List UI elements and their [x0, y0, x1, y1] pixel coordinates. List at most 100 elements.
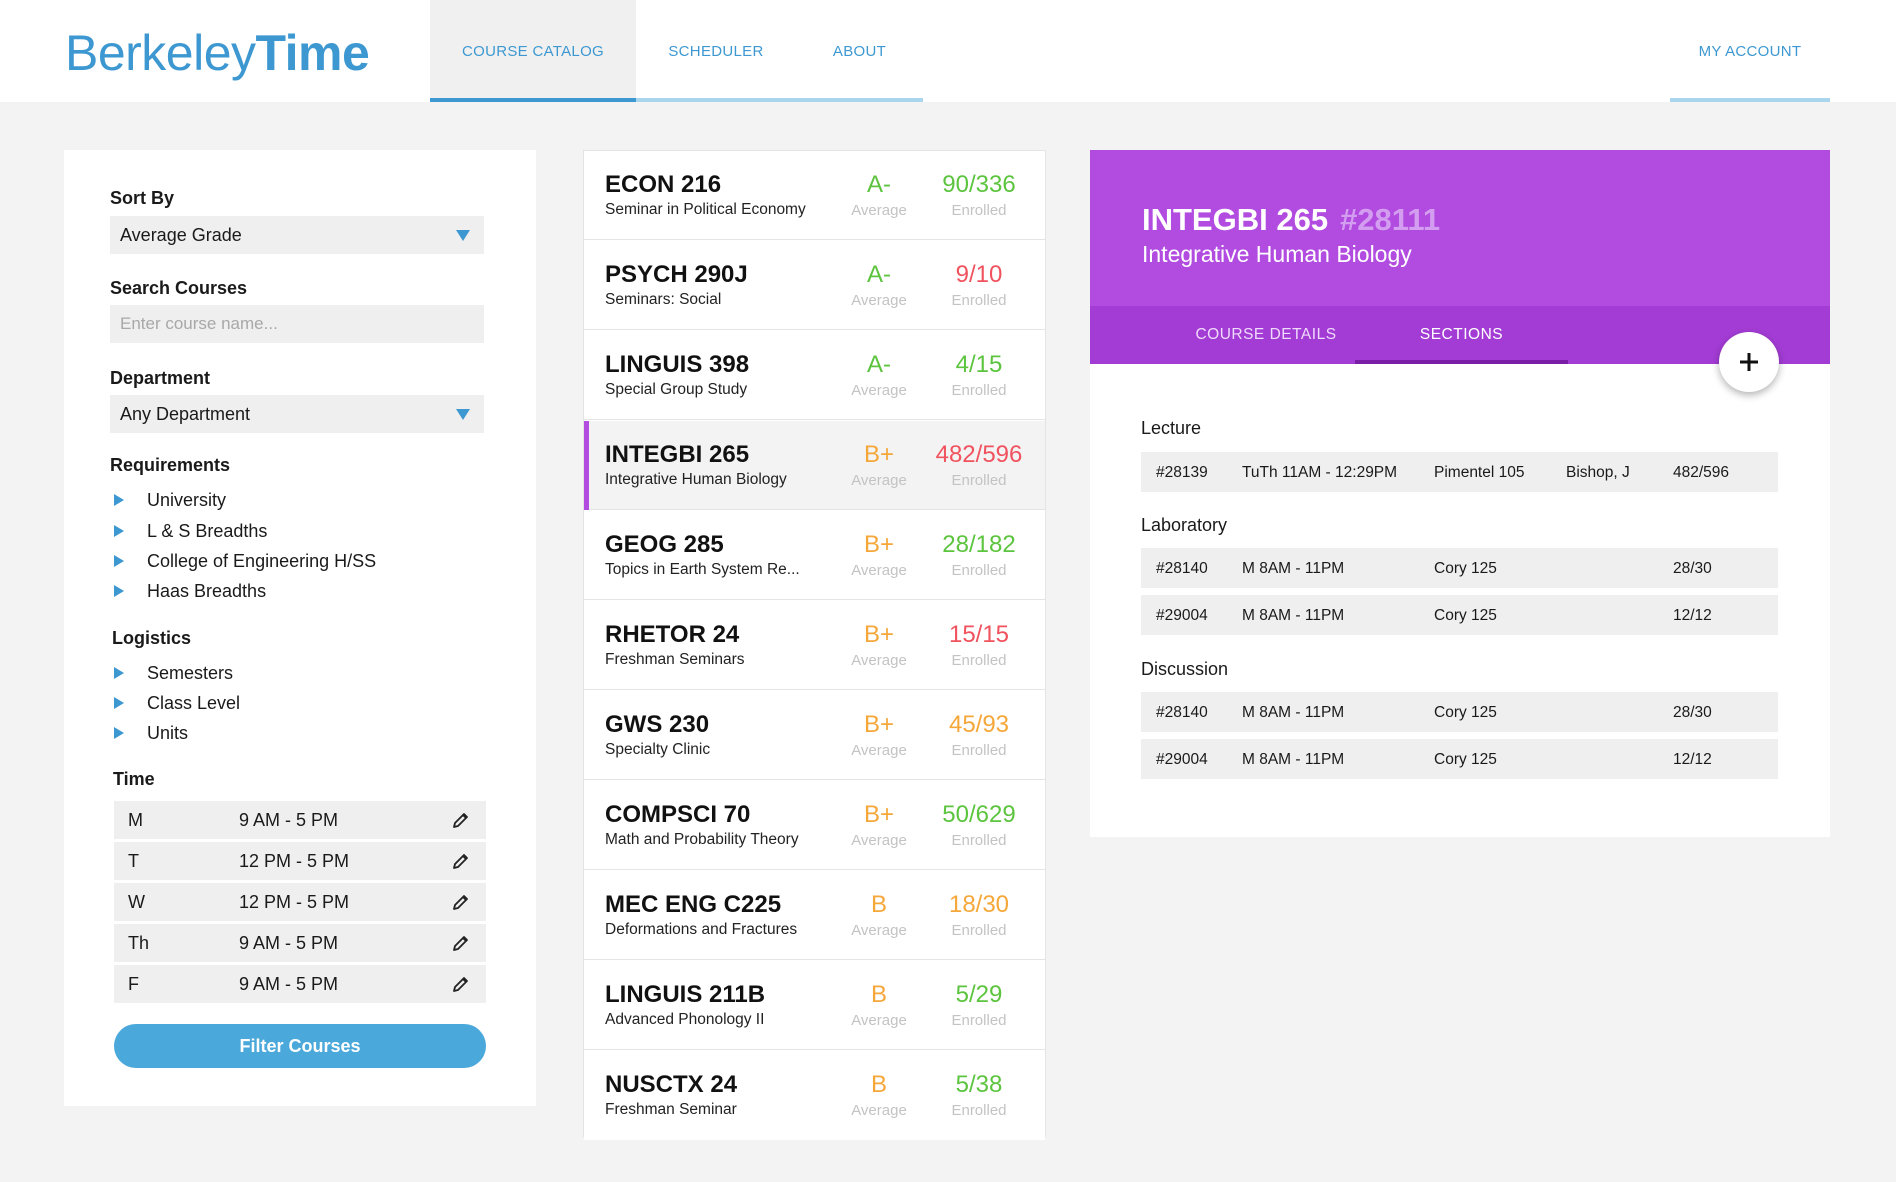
- course-enrolled: 9/10: [955, 261, 1003, 288]
- tab-sections[interactable]: SECTIONS: [1355, 306, 1568, 364]
- time-row-thursday: Th 9 AM - 5 PM: [114, 924, 486, 962]
- enrolled-caption: Enrolled: [951, 562, 1007, 579]
- requirement-engineering-hss[interactable]: College of Engineering H/SS: [114, 548, 376, 574]
- grade-caption: Average: [851, 562, 907, 579]
- time-range: 9 AM - 5 PM: [239, 810, 339, 830]
- course-grade: B: [870, 981, 887, 1008]
- search-courses-label: Search Courses: [110, 278, 248, 298]
- section-location: Cory 125: [1434, 607, 1497, 624]
- sort-by-label: Sort By: [110, 188, 175, 208]
- section-row[interactable]: #29004 M 8AM - 11PM Cory 125 12/12: [1141, 595, 1778, 635]
- time-range: 12 PM - 5 PM: [239, 892, 350, 912]
- course-code: GWS 230: [605, 711, 710, 738]
- course-card[interactable]: GEOG 285 Topics in Earth System Re... B+…: [584, 511, 1045, 600]
- course-card[interactable]: ECON 216 Seminar in Political Economy A-…: [584, 151, 1045, 240]
- logistics-item-label: Class Level: [147, 692, 241, 713]
- tab-course-catalog[interactable]: COURSE CATALOG: [430, 0, 636, 102]
- tab-course-details[interactable]: COURSE DETAILS: [1160, 306, 1372, 364]
- section-instructor: Bishop, J: [1566, 464, 1630, 481]
- course-grade: B: [870, 1071, 887, 1098]
- filter-courses-button[interactable]: Filter Courses: [114, 1024, 486, 1068]
- department-value: Any Department: [120, 403, 251, 424]
- course-card[interactable]: LINGUIS 398 Special Group Study A- Avera…: [584, 331, 1045, 420]
- grade-caption: Average: [851, 652, 907, 669]
- section-enrolled: 28/30: [1673, 560, 1712, 577]
- course-detail-panel: INTEGBI 265 #28111 Integrative Human Biol…: [1090, 150, 1830, 837]
- laboratory-label: Laboratory: [1141, 515, 1228, 535]
- section-enrolled: 12/12: [1673, 607, 1712, 624]
- course-card[interactable]: COMPSCI 70 Math and Probability Theory B…: [584, 781, 1045, 870]
- selected-accent-bar: [584, 421, 589, 510]
- course-card[interactable]: NUSCTX 24 Freshman Seminar B Average 5/3…: [584, 1051, 1045, 1140]
- triangle-right-icon: [114, 525, 124, 537]
- tab-scheduler[interactable]: SCHEDULER: [636, 0, 796, 102]
- course-title: Seminar in Political Economy: [605, 201, 806, 218]
- time-day: M: [128, 810, 143, 830]
- course-title: Freshman Seminar: [605, 1101, 737, 1118]
- section-row[interactable]: #28140 M 8AM - 11PM Cory 125 28/30: [1141, 692, 1778, 732]
- course-enrolled: 482/596: [935, 441, 1023, 468]
- logistics-class-level[interactable]: Class Level: [114, 690, 240, 716]
- tab-underline: [636, 98, 796, 102]
- course-card[interactable]: LINGUIS 211B Advanced Phonology II B Ave…: [584, 961, 1045, 1050]
- course-detail-ccn: #28111: [1340, 202, 1441, 237]
- course-grade: B+: [863, 441, 895, 468]
- course-card[interactable]: RHETOR 24 Freshman Seminars B+ Average 1…: [584, 601, 1045, 690]
- course-card[interactable]: MEC ENG C225 Deformations and Fractures …: [584, 871, 1045, 960]
- enrolled-caption: Enrolled: [951, 1012, 1007, 1029]
- section-row[interactable]: #29004 M 8AM - 11PM Cory 125 12/12: [1141, 739, 1778, 779]
- department-select[interactable]: Any Department: [110, 395, 484, 433]
- tab-underline: [1355, 360, 1568, 364]
- course-grade: A-: [867, 171, 891, 198]
- course-title: Freshman Seminars: [605, 651, 745, 668]
- section-row[interactable]: #28140 M 8AM - 11PM Cory 125 28/30: [1141, 548, 1778, 588]
- course-card[interactable]: PSYCH 290J Seminars: Social A- Average 9…: [584, 241, 1045, 330]
- time-day: W: [128, 892, 145, 912]
- time-range: 12 PM - 5 PM: [239, 851, 350, 871]
- plus-icon: [1740, 353, 1758, 371]
- course-code: GEOG 285: [605, 531, 724, 558]
- berkeleytime-logo[interactable]: BerkeleyTime: [65, 24, 370, 82]
- section-enrolled: 12/12: [1673, 751, 1712, 768]
- department-label: Department: [110, 368, 211, 388]
- pencil-icon[interactable]: [451, 851, 471, 871]
- tab-scheduler-label: SCHEDULER: [668, 42, 764, 60]
- section-time: TuTh 11AM - 12:29PM: [1242, 464, 1398, 481]
- add-course-button[interactable]: [1719, 332, 1779, 392]
- course-card[interactable]: GWS 230 Specialty Clinic B+ Average 45/9…: [584, 691, 1045, 780]
- course-code: MEC ENG C225: [605, 891, 782, 918]
- requirement-label: College of Engineering H/SS: [147, 550, 377, 571]
- requirement-haas-breadths[interactable]: Haas Breadths: [114, 578, 266, 604]
- requirement-label: L & S Breadths: [147, 520, 268, 541]
- sort-by-select[interactable]: Average Grade: [110, 216, 484, 254]
- tab-about[interactable]: ABOUT: [796, 0, 923, 102]
- logistics-units[interactable]: Units: [114, 720, 188, 746]
- logistics-item-label: Semesters: [147, 662, 234, 683]
- section-id: #29004: [1156, 751, 1208, 768]
- requirement-ls-breadths[interactable]: L & S Breadths: [114, 518, 267, 544]
- enrolled-caption: Enrolled: [951, 292, 1007, 309]
- section-time: M 8AM - 11PM: [1242, 704, 1345, 721]
- tab-underline: [430, 98, 636, 102]
- enrolled-caption: Enrolled: [951, 832, 1007, 849]
- course-grade: A-: [867, 351, 891, 378]
- logistics-semesters[interactable]: Semesters: [114, 660, 233, 686]
- tab-underline: [1670, 98, 1830, 102]
- time-day: Th: [128, 933, 150, 953]
- search-input[interactable]: [110, 305, 484, 343]
- course-card-selected[interactable]: INTEGBI 265 Integrative Human Biology B+…: [584, 421, 1045, 510]
- section-location: Pimentel 105: [1434, 464, 1525, 481]
- pencil-icon[interactable]: [451, 810, 471, 830]
- triangle-right-icon: [114, 697, 124, 709]
- pencil-icon[interactable]: [451, 892, 471, 912]
- requirement-university[interactable]: University: [114, 487, 226, 513]
- tab-my-account[interactable]: MY ACCOUNT: [1670, 0, 1830, 102]
- tab-sections-label: SECTIONS: [1419, 326, 1504, 343]
- course-enrolled: 28/182: [942, 531, 1016, 558]
- pencil-icon[interactable]: [451, 974, 471, 994]
- section-row[interactable]: #28139 TuTh 11AM - 12:29PM Pimentel 105 …: [1141, 452, 1778, 492]
- section-enrolled: 28/30: [1673, 704, 1712, 721]
- course-enrolled: 4/15: [955, 351, 1003, 378]
- course-code: LINGUIS 211B: [605, 981, 766, 1008]
- pencil-icon[interactable]: [451, 933, 471, 953]
